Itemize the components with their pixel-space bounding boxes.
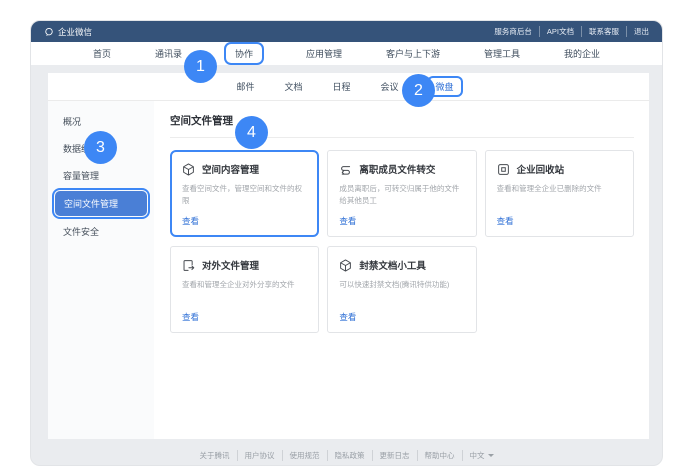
annotation-step-4: 4 xyxy=(235,116,268,149)
view-link[interactable]: 查看 xyxy=(339,215,464,227)
nav-item-app-management[interactable]: 应用管理 xyxy=(306,47,342,60)
caret-down-icon xyxy=(488,454,494,457)
card-ban-document-tool[interactable]: 封禁文档小工具 可以快速封禁文档(腾讯特供功能) 查看 xyxy=(327,246,476,333)
annotation-step-1: 1 xyxy=(184,50,217,83)
contact-support-link[interactable]: 联系客服 xyxy=(582,26,627,37)
annotation-step-3: 3 xyxy=(84,131,117,164)
help-center-link[interactable]: 帮助中心 xyxy=(418,450,463,461)
nav-item-home[interactable]: 首页 xyxy=(93,47,111,60)
card-title: 企业回收站 xyxy=(517,162,565,176)
card-title: 对外文件管理 xyxy=(202,258,259,272)
wecom-logo: 企业微信 xyxy=(44,26,92,38)
card-enterprise-recycle-bin[interactable]: 企业回收站 查看和管理全企业已删除的文件 查看 xyxy=(485,150,634,237)
sidebar-item-file-security[interactable]: 文件安全 xyxy=(48,218,154,245)
user-agreement-link[interactable]: 用户协议 xyxy=(238,450,283,461)
language-selector[interactable]: 中文 xyxy=(463,450,501,461)
language-label: 中文 xyxy=(470,450,485,461)
view-link[interactable]: 查看 xyxy=(339,311,464,323)
sidebar-item-space-files[interactable]: 空间文件管理 xyxy=(55,191,147,216)
annotation-step-2: 2 xyxy=(402,74,435,107)
feature-cards: 空间内容管理 查看空间文件，管理空间和文件的权限 查看 xyxy=(170,150,634,333)
wecom-admin-window: 企业微信 服务商后台 API文档 联系客服 退出 首页 通讯录 协作 应用管理 … xyxy=(30,20,663,466)
tab-docs[interactable]: 文档 xyxy=(284,80,302,93)
usage-rules-link[interactable]: 使用规范 xyxy=(283,450,328,461)
card-description: 查看和管理全企业已删除的文件 xyxy=(497,183,622,195)
card-description: 查看空间文件，管理空间和文件的权限 xyxy=(182,183,307,206)
footer: 关于腾讯 用户协议 使用规范 隐私政策 更新日志 帮助中心 中文 © 1998 … xyxy=(31,439,662,466)
top-bar: 企业微信 服务商后台 API文档 联系客服 退出 xyxy=(31,21,662,42)
about-tencent-link[interactable]: 关于腾讯 xyxy=(193,450,238,461)
card-description: 可以快速封禁文档(腾讯特供功能) xyxy=(339,279,464,291)
card-title: 封禁文档小工具 xyxy=(359,258,426,272)
card-description: 查看和管理全企业对外分享的文件 xyxy=(182,279,307,291)
primary-nav: 首页 通讯录 协作 应用管理 客户与上下游 管理工具 我的企业 xyxy=(31,42,662,65)
card-external-file-management[interactable]: 对外文件管理 查看和管理全企业对外分享的文件 查看 xyxy=(170,246,319,333)
collaboration-tabs: 邮件 文档 日程 会议 微盘 xyxy=(48,73,649,101)
card-description: 成员离职后，可转交归属于他的文件给其他员工 xyxy=(339,183,464,206)
card-title: 离职成员文件转交 xyxy=(359,162,435,176)
nav-item-customers[interactable]: 客户与上下游 xyxy=(386,47,440,60)
brand-name: 企业微信 xyxy=(58,26,92,38)
nav-item-contacts[interactable]: 通讯录 xyxy=(155,47,182,60)
card-departed-member-transfer[interactable]: 离职成员文件转交 成员离职后，可转交归属于他的文件给其他员工 查看 xyxy=(327,150,476,237)
view-link[interactable]: 查看 xyxy=(497,215,622,227)
footer-links: 关于腾讯 用户协议 使用规范 隐私政策 更新日志 帮助中心 中文 xyxy=(193,450,501,461)
cube-icon xyxy=(339,259,352,272)
recycle-bin-icon xyxy=(497,163,510,176)
tab-meeting[interactable]: 会议 xyxy=(381,80,399,93)
changelog-link[interactable]: 更新日志 xyxy=(373,450,418,461)
view-link[interactable]: 查看 xyxy=(182,215,307,227)
view-link[interactable]: 查看 xyxy=(182,311,307,323)
nav-item-collaboration[interactable]: 协作 xyxy=(226,44,262,63)
api-docs-link[interactable]: API文档 xyxy=(540,26,582,37)
tab-calendar[interactable]: 日程 xyxy=(332,80,350,93)
tab-mail[interactable]: 邮件 xyxy=(236,80,254,93)
privacy-policy-link[interactable]: 隐私政策 xyxy=(328,450,373,461)
cube-icon xyxy=(182,163,195,176)
panel-body: 概况 数据统计 容量管理 空间文件管理 文件安全 空间文件管理 xyxy=(48,101,649,439)
sidebar-item-capacity[interactable]: 容量管理 xyxy=(48,162,154,189)
card-space-content-management[interactable]: 空间内容管理 查看空间文件，管理空间和文件的权限 查看 xyxy=(170,150,319,237)
main-content: 空间文件管理 空间内容管理 xyxy=(154,101,649,439)
content-panel: 邮件 文档 日程 会议 微盘 概况 数据统计 容量管理 空间文件管理 文件安全 … xyxy=(48,73,649,439)
file-export-icon xyxy=(182,259,195,272)
nav-item-my-company[interactable]: 我的企业 xyxy=(564,47,600,60)
provider-console-link[interactable]: 服务商后台 xyxy=(487,26,540,37)
wecom-bubble-icon xyxy=(44,27,54,37)
transfer-icon xyxy=(339,163,352,176)
nav-item-admin-tools[interactable]: 管理工具 xyxy=(484,47,520,60)
logout-link[interactable]: 退出 xyxy=(627,26,649,37)
card-title: 空间内容管理 xyxy=(202,162,259,176)
topbar-links: 服务商后台 API文档 联系客服 退出 xyxy=(487,26,649,37)
screenshot-stage: 企业微信 服务商后台 API文档 联系客服 退出 首页 通讯录 协作 应用管理 … xyxy=(0,0,692,474)
